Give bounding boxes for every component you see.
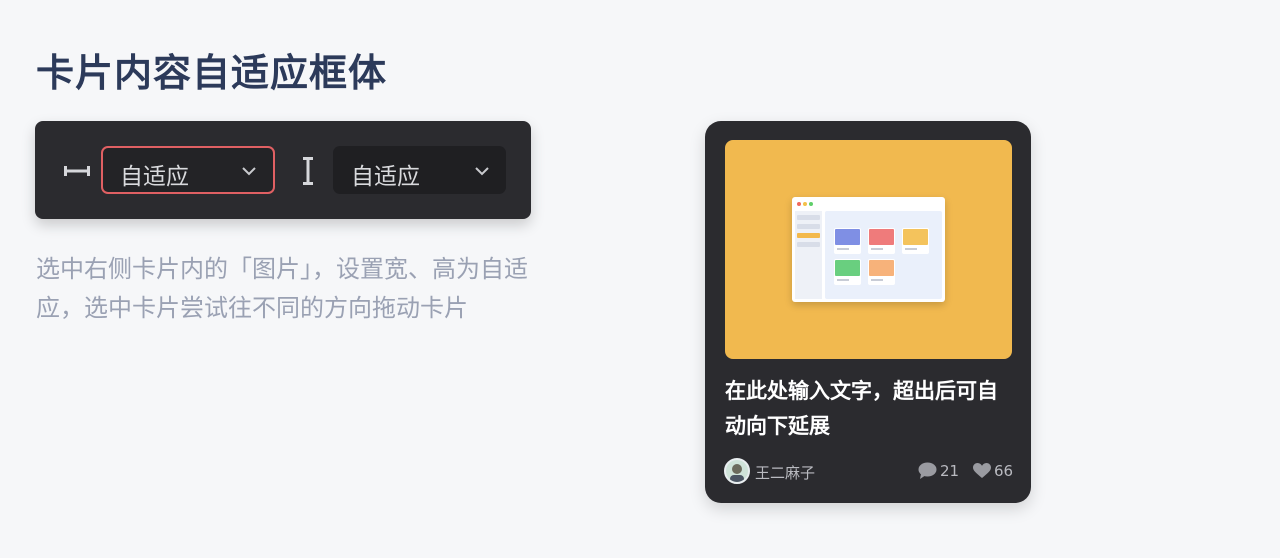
app-screenshot-illustration <box>792 197 945 302</box>
heart-icon[interactable] <box>973 463 991 479</box>
content-card[interactable] <box>705 121 1031 503</box>
author-name: 王二麻子 <box>755 464 816 482</box>
chevron-down-icon <box>242 167 256 176</box>
comment-icon[interactable] <box>918 462 937 479</box>
card-image[interactable] <box>725 140 1012 359</box>
comment-count: 21 <box>940 462 960 480</box>
page-title: 卡片内容自适应框体 <box>36 51 388 95</box>
width-select[interactable]: 自适应 <box>101 146 275 194</box>
chevron-down-icon <box>475 167 489 176</box>
instruction-text: 选中右侧卡片内的「图片」，设置宽、高为自适应，选中卡片尝试往不同的方向拖动卡片 <box>36 255 528 322</box>
width-icon <box>64 166 90 176</box>
card-title[interactable]: 在此处输入文字，超出后可自动向下延展 <box>725 374 1005 444</box>
like-count: 66 <box>994 462 1014 480</box>
height-icon <box>303 157 313 185</box>
width-select-value: 自适应 <box>120 164 189 190</box>
avatar-image <box>730 464 744 482</box>
height-select[interactable]: 自适应 <box>333 146 506 194</box>
height-select-value: 自适应 <box>351 164 420 190</box>
avatar <box>724 458 750 484</box>
